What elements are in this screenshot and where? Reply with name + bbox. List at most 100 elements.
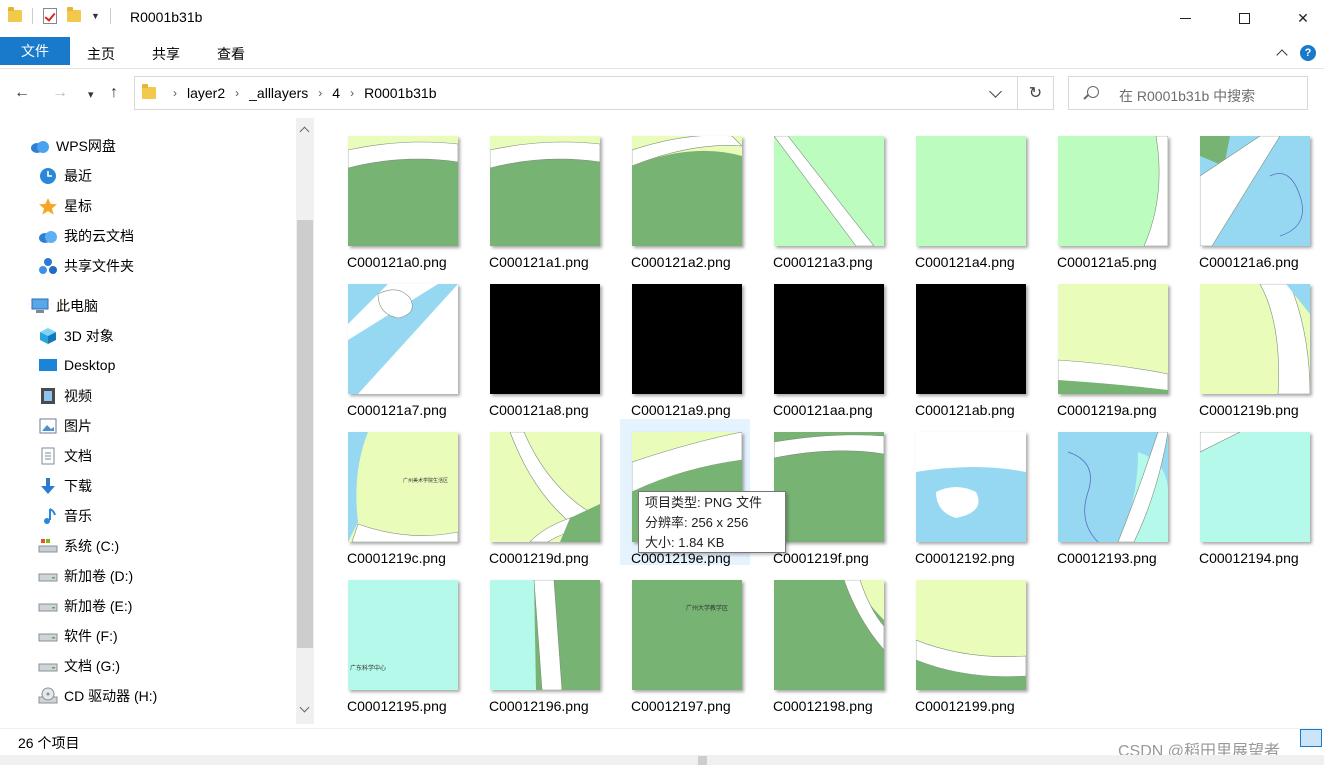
- sidebar-item[interactable]: 文档 (G:): [38, 656, 120, 676]
- sidebar-item[interactable]: 软件 (F:): [38, 626, 118, 646]
- sidebar-item[interactable]: 文档: [38, 446, 92, 466]
- sidebar-item[interactable]: 新加卷 (D:): [38, 566, 133, 586]
- file-tile[interactable]: C0001219d.png: [478, 419, 608, 566]
- file-tile[interactable]: C000121a7.png: [336, 271, 466, 418]
- forward-icon[interactable]: →: [52, 84, 68, 102]
- collapse-ribbon-icon[interactable]: [1276, 49, 1288, 61]
- sidebar-item[interactable]: 共享文件夹: [38, 256, 134, 276]
- file-name: C0001219d.png: [489, 550, 589, 566]
- file-tile[interactable]: C00012193.png: [1046, 419, 1176, 566]
- breadcrumb-separator[interactable]: ›: [318, 86, 322, 100]
- file-tile[interactable]: C00012192.png: [904, 419, 1034, 566]
- file-name: C00012193.png: [1057, 550, 1157, 566]
- file-tile[interactable]: C00012198.png: [762, 567, 892, 714]
- horizontal-scrollbar[interactable]: [0, 755, 1324, 765]
- sidebar-item[interactable]: 此电脑: [30, 296, 98, 316]
- horizontal-scroll-thumb[interactable]: [698, 756, 707, 765]
- sidebar-item[interactable]: 我的云文档: [38, 226, 134, 246]
- nav-scroll-thumb[interactable]: [297, 220, 313, 648]
- sidebar-item[interactable]: CD 驱动器 (H:): [38, 686, 157, 706]
- clock-icon: [38, 167, 58, 185]
- large-icons-view-icon[interactable]: [1300, 729, 1322, 747]
- search-input[interactable]: 在 R0001b31b 中搜索: [1119, 86, 1255, 106]
- file-explorer-window: ▼ R0001b31b ✕ 文件 主页 共享 查看 ? ← → ▾ ↑ › la…: [0, 0, 1324, 765]
- file-tile[interactable]: C0001219b.png: [1188, 271, 1318, 418]
- tab-share[interactable]: 共享: [152, 44, 180, 64]
- document-icon: [38, 447, 58, 465]
- address-dropdown-icon[interactable]: [989, 85, 1002, 98]
- sidebar-item[interactable]: Desktop: [38, 356, 115, 374]
- sidebar-item[interactable]: WPS网盘: [30, 136, 116, 156]
- tab-home[interactable]: 主页: [87, 44, 115, 64]
- file-tile[interactable]: C000121a2.png: [620, 123, 750, 270]
- nav-scrollbar[interactable]: [296, 118, 314, 724]
- file-tile[interactable]: C000121a4.png: [904, 123, 1034, 270]
- file-name: C000121a4.png: [915, 254, 1015, 270]
- file-tile[interactable]: C000121a0.png: [336, 123, 466, 270]
- file-tile[interactable]: C000121a5.png: [1046, 123, 1176, 270]
- refresh-button[interactable]: ↻: [1017, 77, 1053, 109]
- address-folder-icon: [142, 84, 156, 99]
- file-tile[interactable]: C000121aa.png: [762, 271, 892, 418]
- sidebar-item[interactable]: 音乐: [38, 506, 92, 526]
- sidebar-item-label: 下载: [64, 478, 92, 494]
- file-tile[interactable]: C000121a3.png: [762, 123, 892, 270]
- sidebar-item[interactable]: 视频: [38, 386, 92, 406]
- file-thumbnail: [916, 284, 1026, 394]
- sidebar-item[interactable]: 下载: [38, 476, 92, 496]
- customize-toolbar-dropdown-icon[interactable]: ▼: [91, 11, 100, 21]
- sidebar-item-label: 文档: [64, 448, 92, 464]
- file-tile[interactable]: C00012199.png: [904, 567, 1034, 714]
- file-tile[interactable]: C0001219a.png: [1046, 271, 1176, 418]
- file-tile[interactable]: C000121a8.png: [478, 271, 608, 418]
- file-thumbnail: [490, 432, 600, 542]
- file-tile[interactable]: C000121a6.png: [1188, 123, 1318, 270]
- file-thumbnail: 广东科学中心: [348, 580, 458, 690]
- sidebar-item[interactable]: 新加卷 (E:): [38, 596, 132, 616]
- address-bar[interactable]: › layer2 › _alllayers › 4 › R0001b31b ↻: [134, 76, 1054, 110]
- desktop-icon: [38, 356, 58, 374]
- file-tile[interactable]: 广州大学教学区 C00012197.png: [620, 567, 750, 714]
- breadcrumb-item-4[interactable]: 4: [332, 85, 340, 101]
- tab-file[interactable]: 文件: [0, 37, 70, 65]
- sidebar-item-label: 系统 (C:): [64, 538, 120, 554]
- up-icon[interactable]: ↑: [110, 84, 118, 102]
- help-icon[interactable]: ?: [1300, 45, 1316, 61]
- sidebar-item[interactable]: 3D 对象: [38, 326, 114, 346]
- breadcrumb-separator[interactable]: ›: [350, 86, 354, 100]
- ribbon-controls: ?: [1276, 45, 1316, 61]
- file-tile[interactable]: 广州美术学院生活区 C0001219c.png: [336, 419, 466, 566]
- minimize-button[interactable]: [1162, 0, 1208, 36]
- sidebar-item[interactable]: 星标: [38, 196, 92, 216]
- properties-icon[interactable]: [43, 8, 57, 24]
- breadcrumb-separator[interactable]: ›: [235, 86, 239, 100]
- share-folder-icon: [38, 257, 58, 275]
- file-tile[interactable]: C00012196.png: [478, 567, 608, 714]
- file-tile[interactable]: C00012194.png: [1188, 419, 1318, 566]
- file-name: C000121a0.png: [347, 254, 447, 270]
- breadcrumb-item-current[interactable]: R0001b31b: [364, 85, 436, 101]
- close-button[interactable]: ✕: [1280, 0, 1324, 36]
- new-folder-icon[interactable]: [67, 7, 81, 22]
- sidebar-item[interactable]: 系统 (C:): [38, 536, 119, 556]
- back-icon[interactable]: ←: [14, 84, 30, 102]
- sidebar-item-label: 新加卷 (E:): [64, 598, 133, 614]
- maximize-button[interactable]: [1221, 0, 1267, 36]
- recent-locations-icon[interactable]: ▾: [88, 88, 94, 101]
- folder-icon[interactable]: [8, 7, 22, 22]
- navigation-row: ← → ▾ ↑ › layer2 › _alllayers › 4 › R000…: [0, 70, 1324, 118]
- scroll-down-icon[interactable]: [299, 702, 310, 713]
- file-tile[interactable]: 广东科学中心 C00012195.png: [336, 567, 466, 714]
- scroll-up-icon[interactable]: [299, 126, 310, 137]
- file-tile[interactable]: C000121a9.png: [620, 271, 750, 418]
- sidebar-item[interactable]: 图片: [38, 416, 92, 436]
- search-box[interactable]: 在 R0001b31b 中搜索: [1068, 76, 1308, 110]
- breadcrumb-item-alllayers[interactable]: _alllayers: [249, 85, 308, 101]
- tab-view[interactable]: 查看: [217, 44, 245, 64]
- sidebar-item-label: 3D 对象: [64, 328, 114, 344]
- computer-icon: [30, 297, 50, 315]
- file-tile[interactable]: C000121ab.png: [904, 271, 1034, 418]
- sidebar-item[interactable]: 最近: [38, 166, 92, 186]
- file-tile[interactable]: C000121a1.png: [478, 123, 608, 270]
- breadcrumb-item-layer2[interactable]: layer2: [187, 85, 225, 101]
